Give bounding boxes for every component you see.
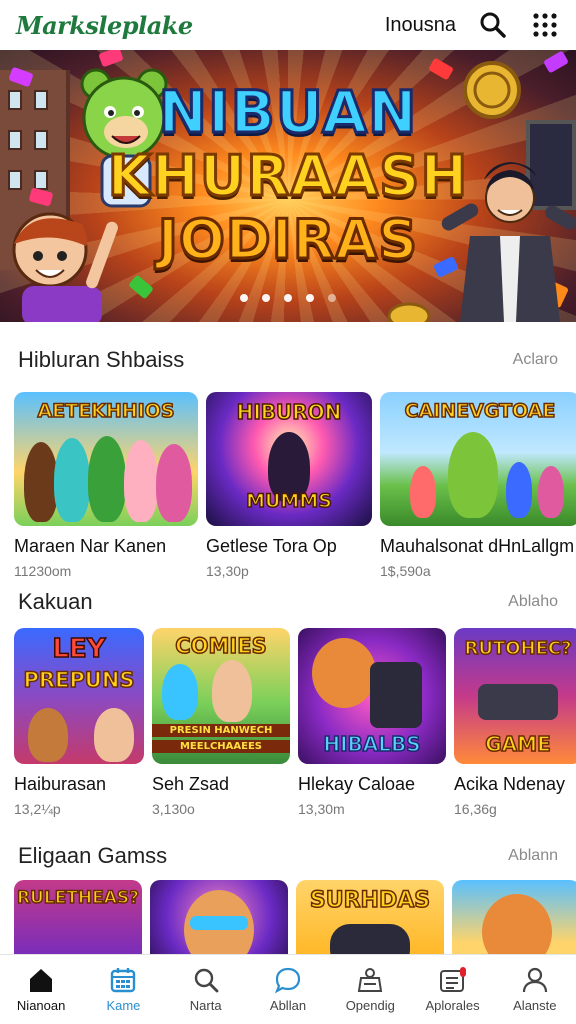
section-title: Hibluran Shbaiss	[18, 347, 185, 372]
game-thumbnail: HIBURON MUMMS	[206, 392, 372, 526]
carousel-dot[interactable]	[284, 294, 292, 302]
section-header: Hibluran Shbaiss Aclaro	[0, 342, 576, 378]
card-title: Haiburasan	[14, 774, 107, 794]
thumbnail-title: RUTOHEC?	[464, 637, 573, 660]
nav-item-chat[interactable]: Abllan	[247, 955, 329, 1024]
game-thumbnail: HIBALBS	[298, 628, 446, 764]
section-title: Eligaan Gamss	[18, 843, 168, 868]
section-see-all-link[interactable]: Ablaho	[508, 593, 558, 611]
thumbnail-title: AETEKHHIOS	[37, 399, 176, 423]
nav-label: Aplorales	[425, 998, 480, 1013]
card-meta: 11230om	[14, 563, 72, 579]
card-title: Acika Ndenay	[454, 774, 566, 794]
section-see-all-link[interactable]: Ablann	[508, 847, 558, 865]
hero-banner[interactable]: NIBUAN KHURAASH JODIRAS	[0, 50, 576, 322]
banner-title-line2: KHURAASH	[106, 143, 469, 211]
game-card[interactable]: HIBURON MUMMS Getlese Tora Op 13,30p	[206, 392, 372, 579]
card-title: Mauhalsonat dHnLallgm	[380, 536, 575, 556]
card-meta: 3,130o	[152, 801, 195, 817]
grid-dots-icon[interactable]	[530, 10, 560, 40]
thumbnail-title: LEY	[52, 633, 107, 665]
calendar-grid-icon	[111, 968, 136, 993]
game-thumbnail: COMIES PRESIN HANWECH MEELCHAAEES	[152, 628, 290, 764]
section-hibluran: Hibluran Shbaiss Aclaro AETEKHHIOS Marae…	[0, 342, 576, 579]
game-card[interactable]: LEY PREPUNS Haiburasan 13,2¼p	[14, 628, 144, 817]
section-eligaan: Eligaan Gamss Ablann RULETHEAS? SURHDAS	[0, 838, 576, 970]
carousel-dot[interactable]	[306, 294, 314, 302]
section-kakuan: Kakuan Ablaho LEY PREPUNS Haiburasan 13,…	[0, 584, 576, 817]
nav-label: Nianoan	[16, 998, 66, 1013]
nav-label: Abllan	[269, 998, 307, 1013]
card-meta: 13,30m	[298, 801, 345, 817]
game-card[interactable]: COMIES PRESIN HANWECH MEELCHAAEES Seh Zs…	[152, 628, 290, 817]
bottom-navigation: Nianoan Kame Narta Abllan Opendig Aplora…	[0, 954, 576, 1024]
card-meta: 13,2¼p	[14, 801, 61, 817]
nav-label: Alanste	[513, 998, 557, 1013]
app-root: Marksleplake Inousna NIBUAN KHURAASH JOD…	[0, 0, 576, 1024]
banner-title-line3: JODIRAS	[156, 207, 419, 273]
home-icon	[30, 969, 53, 992]
card-title: Getlese Tora Op	[206, 536, 337, 556]
card-title: Seh Zsad	[152, 774, 230, 794]
carousel-dot[interactable]	[328, 294, 336, 302]
game-thumbnail: CAINEVGTOAE	[380, 392, 576, 526]
card-row: LEY PREPUNS Haiburasan 13,2¼p COMIES PRE…	[0, 628, 576, 817]
game-card[interactable]: CAINEVGTOAE Mauhalsonat dHnLallgm 1$,590…	[380, 392, 576, 579]
thumbnail-subtitle: MUMMS	[245, 489, 332, 513]
scale-icon	[358, 968, 383, 992]
card-meta: 16,36g	[454, 801, 497, 817]
banner-title-line1: NIBUAN	[157, 77, 418, 148]
nav-item-games[interactable]: Kame	[82, 955, 164, 1024]
nav-item-home[interactable]: Nianoan	[0, 955, 82, 1024]
profile-icon	[522, 967, 547, 993]
nav-item-profile[interactable]: Alanste	[494, 955, 576, 1024]
section-header: Kakuan Ablaho	[0, 584, 576, 620]
top-header: Marksleplake Inousna	[0, 0, 576, 50]
header-link[interactable]: Inousna	[385, 14, 456, 37]
nav-item-search[interactable]: Narta	[165, 955, 247, 1024]
card-meta: 1$,590a	[380, 563, 431, 579]
game-thumbnail: AETEKHHIOS	[14, 392, 198, 526]
thumbnail-title: CAINEVGTOAE	[404, 399, 556, 423]
nav-label: Narta	[189, 998, 222, 1013]
game-card[interactable]: RUTOHEC? GAME Acika Ndenay 16,36g	[454, 628, 576, 817]
game-card[interactable]: AETEKHHIOS Maraen Nar Kanen 11230om	[14, 392, 198, 579]
card-title: Maraen Nar Kanen	[14, 536, 167, 556]
section-see-all-link[interactable]: Aclaro	[513, 351, 558, 369]
thumbnail-title: SURHDAS	[309, 887, 431, 914]
thumbnail-subtitle: MEELCHAAEES	[152, 740, 290, 753]
carousel-dot[interactable]	[262, 294, 270, 302]
header-actions: Inousna	[385, 10, 560, 40]
nav-item-opendig[interactable]: Opendig	[329, 955, 411, 1024]
nav-label: Kame	[106, 998, 141, 1013]
carousel-dot[interactable]	[240, 294, 248, 302]
apps-notification-icon	[439, 967, 466, 992]
chat-bubble-icon	[274, 967, 301, 994]
section-header: Eligaan Gamss Ablann	[0, 838, 576, 874]
thumbnail-subtitle: PREPUNS	[23, 667, 136, 693]
carousel-indicators	[0, 294, 576, 302]
game-card[interactable]: HIBALBS Hlekay Caloae 13,30m	[298, 628, 446, 817]
card-title: Hlekay Caloae	[298, 774, 416, 794]
section-title: Kakuan	[18, 589, 93, 614]
card-meta: 13,30p	[206, 563, 249, 579]
thumbnail-subtitle: PRESIN HANWECH	[152, 724, 290, 737]
thumbnail-title: COMIES	[175, 633, 268, 659]
thumbnail-title: RULETHEAS?	[16, 887, 140, 909]
game-thumbnail: RUTOHEC? GAME	[454, 628, 576, 764]
thumbnail-title: HIBALBS	[323, 731, 422, 757]
app-logo[interactable]: Marksleplake	[16, 11, 193, 40]
nav-label: Opendig	[345, 998, 395, 1013]
nav-item-apps[interactable]: Aplorales	[411, 955, 493, 1024]
search-icon[interactable]	[478, 10, 508, 40]
card-row: AETEKHHIOS Maraen Nar Kanen 11230om HIBU…	[0, 392, 576, 579]
thumbnail-title: HIBURON	[236, 399, 342, 425]
game-thumbnail: LEY PREPUNS	[14, 628, 144, 764]
search-icon	[194, 968, 219, 993]
thumbnail-subtitle: GAME	[485, 731, 552, 757]
